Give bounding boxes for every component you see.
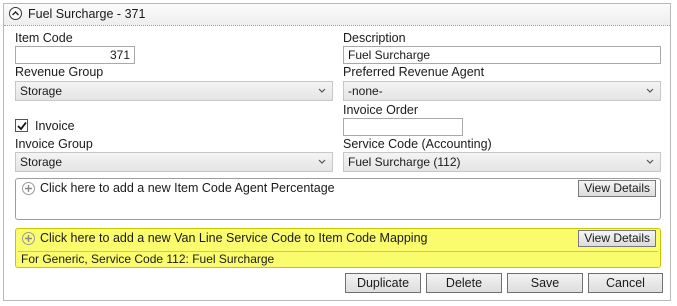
revenue-group-label: Revenue Group <box>15 65 104 79</box>
collapse-chevron-up-icon[interactable] <box>9 7 22 20</box>
preferred-revenue-agent-select[interactable]: -none- <box>343 81 661 101</box>
agent-percentage-grid: Click here to add a new Item Code Agent … <box>15 178 661 220</box>
invoice-group-value: Storage <box>20 155 63 169</box>
view-details-button[interactable]: View Details <box>578 230 656 247</box>
chevron-down-icon <box>646 88 654 93</box>
service-code-value: Fuel Surcharge (112) <box>348 155 461 169</box>
panel-header[interactable]: Fuel Surcharge - 371 <box>4 4 670 26</box>
add-icon[interactable] <box>22 232 35 245</box>
add-van-line-mapping-text[interactable]: Click here to add a new Van Line Service… <box>40 231 428 245</box>
list-item[interactable]: For Generic, Service Code 112: Fuel Surc… <box>18 251 658 267</box>
invoice-group-label: Invoice Group <box>15 137 93 151</box>
save-button[interactable]: Save <box>507 273 583 293</box>
description-field[interactable]: Fuel Surcharge <box>343 46 661 64</box>
revenue-group-value: Storage <box>20 84 63 98</box>
preferred-revenue-agent-value: -none- <box>348 84 383 98</box>
add-van-line-mapping-row[interactable]: Click here to add a new Van Line Service… <box>16 229 660 249</box>
van-line-mapping-grid: Click here to add a new Van Line Service… <box>15 228 661 268</box>
invoice-order-field[interactable] <box>343 118 463 136</box>
add-agent-percentage-text[interactable]: Click here to add a new Item Code Agent … <box>40 181 335 195</box>
invoice-group-select[interactable]: Storage <box>15 152 333 172</box>
item-code-label: Item Code <box>15 31 73 45</box>
invoice-checkbox[interactable] <box>15 119 28 132</box>
revenue-group-select[interactable]: Storage <box>15 81 333 101</box>
service-code-label: Service Code (Accounting) <box>343 137 492 151</box>
checkmark-icon <box>17 121 27 131</box>
view-details-button[interactable]: View Details <box>578 180 656 197</box>
chevron-down-icon <box>646 159 654 164</box>
invoice-checkbox-label: Invoice <box>35 119 75 133</box>
cancel-button[interactable]: Cancel <box>588 273 663 293</box>
chevron-down-icon <box>318 159 326 164</box>
panel-title: Fuel Surcharge - 371 <box>28 7 146 21</box>
item-code-field[interactable]: 371 <box>15 46 135 64</box>
delete-button[interactable]: Delete <box>426 273 502 293</box>
invoice-order-label: Invoice Order <box>343 103 419 117</box>
add-icon[interactable] <box>22 182 35 195</box>
preferred-revenue-agent-label: Preferred Revenue Agent <box>343 65 485 79</box>
chevron-down-icon <box>318 88 326 93</box>
add-agent-percentage-row[interactable]: Click here to add a new Item Code Agent … <box>16 179 660 199</box>
duplicate-button[interactable]: Duplicate <box>345 273 421 293</box>
description-label: Description <box>343 31 406 45</box>
service-code-select[interactable]: Fuel Surcharge (112) <box>343 152 661 172</box>
